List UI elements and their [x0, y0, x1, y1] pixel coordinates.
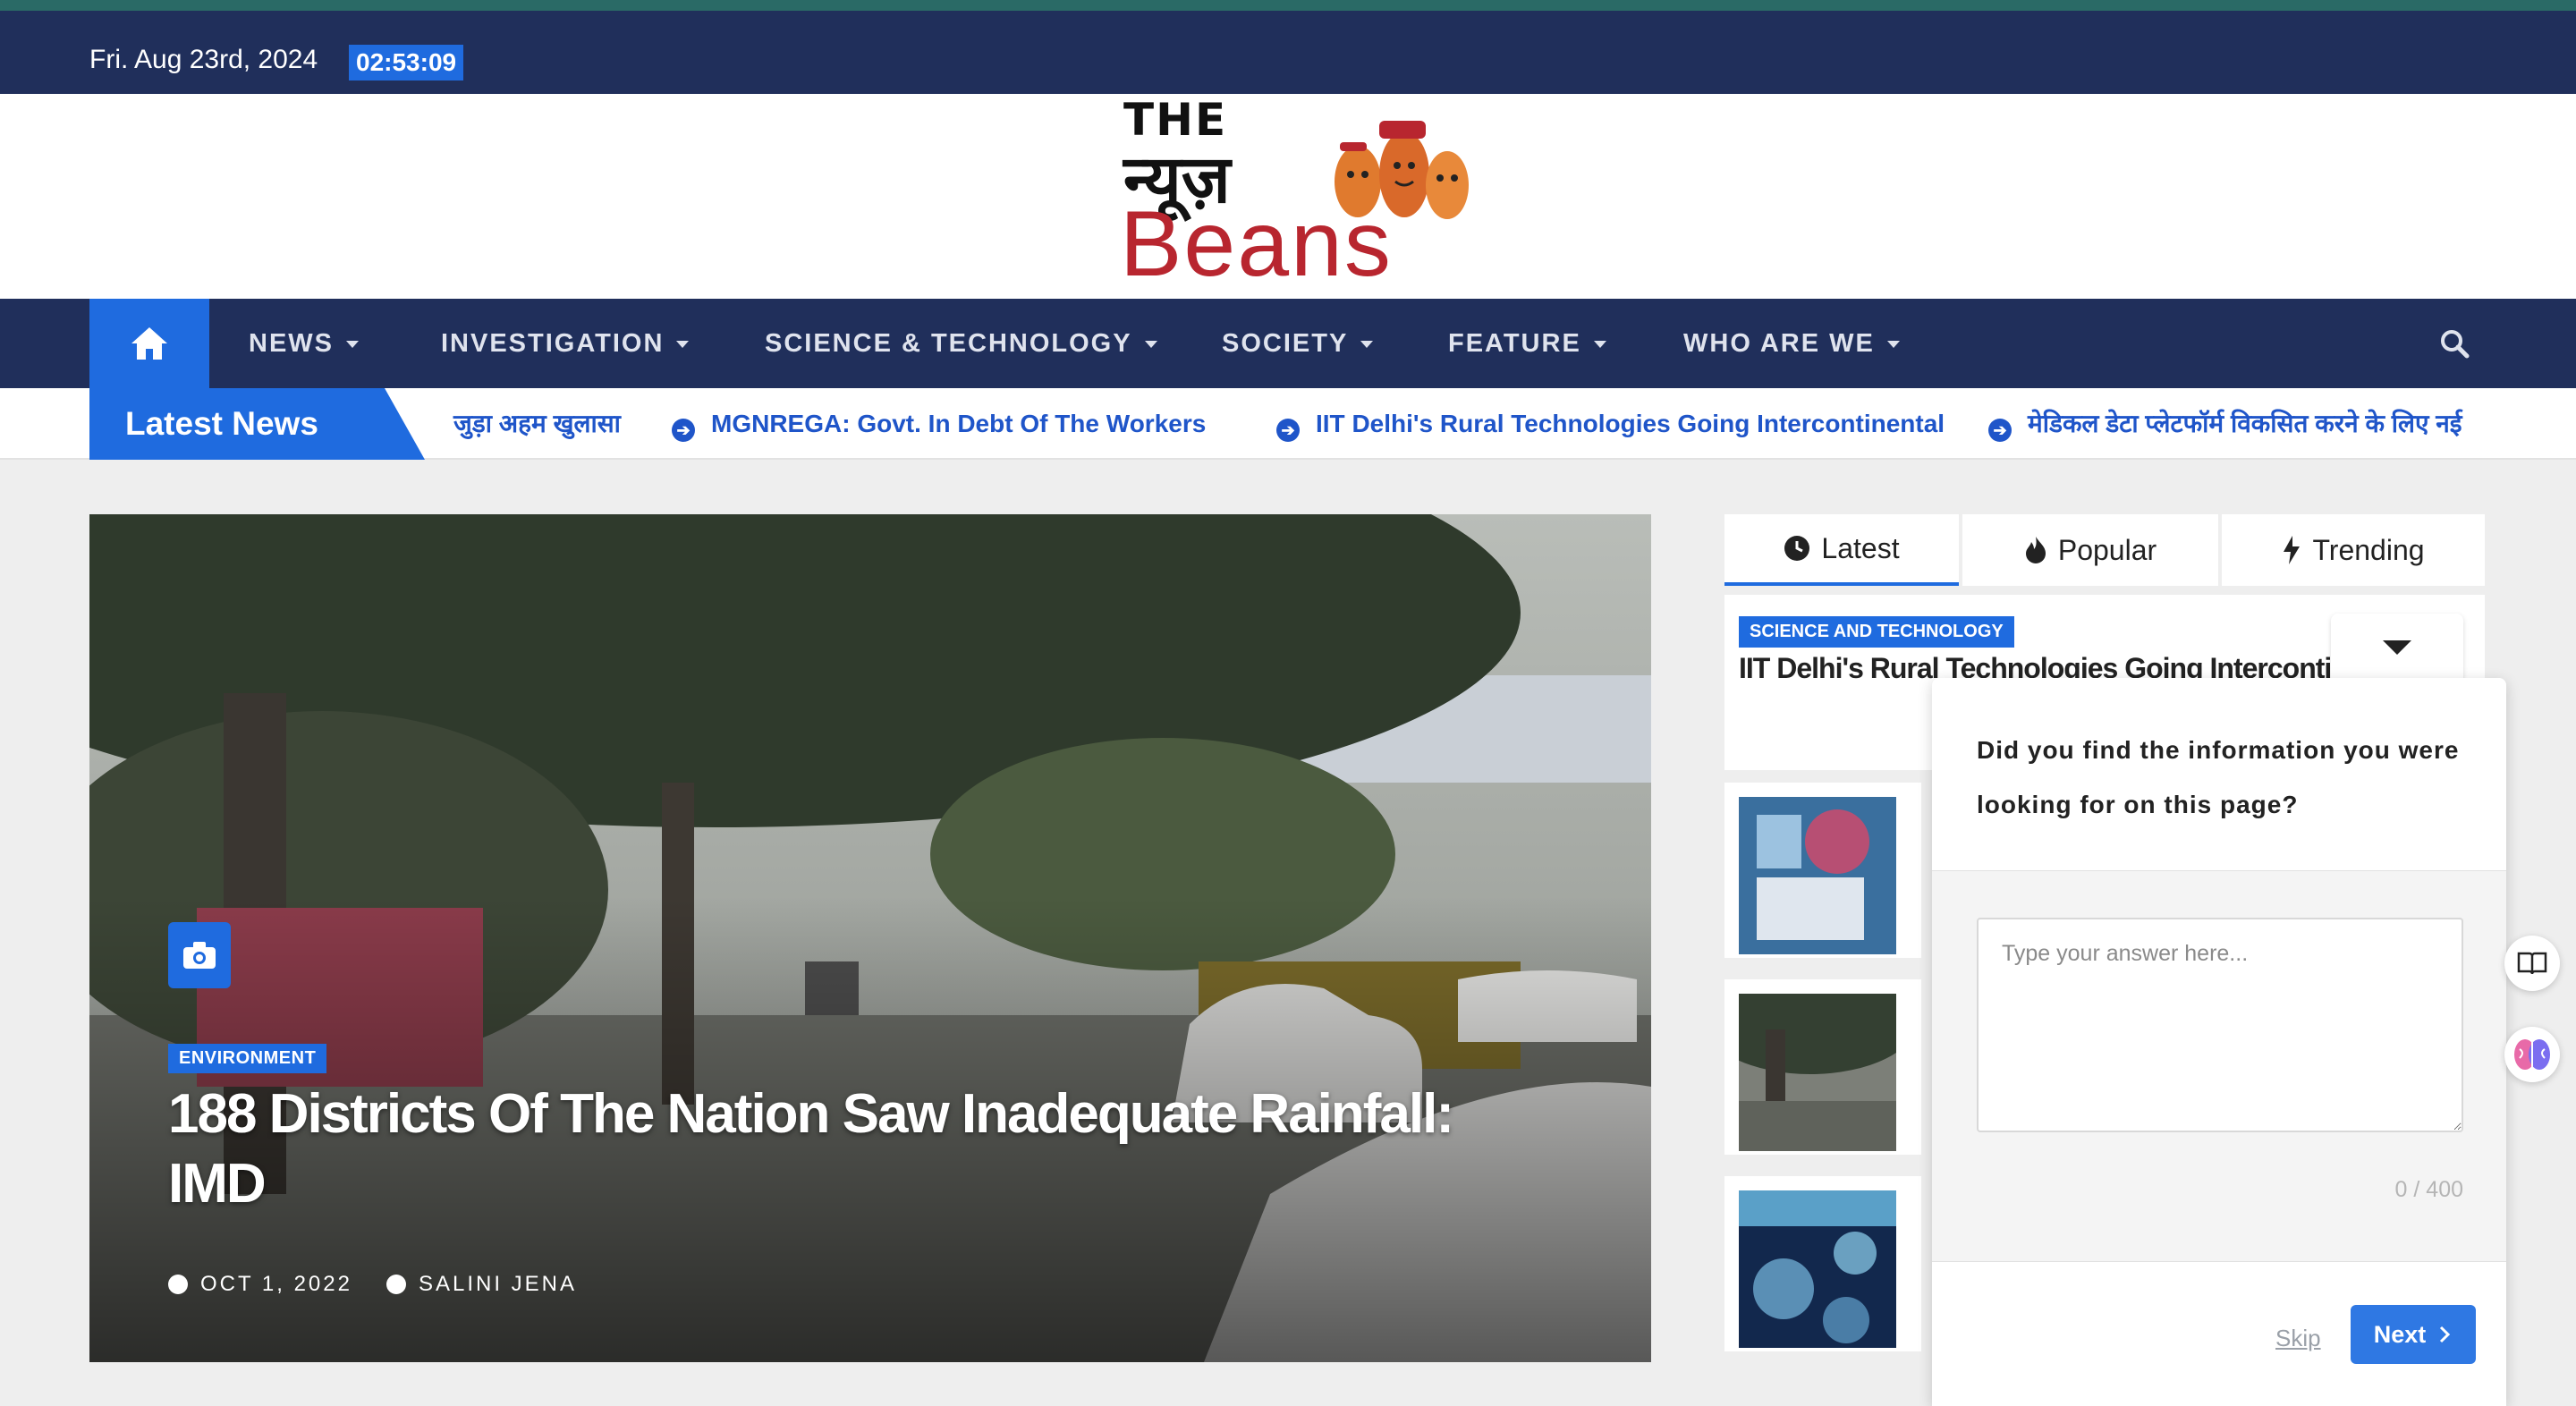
nav-who-are-we[interactable]: WHO ARE WE [1683, 299, 1900, 388]
latest-news-ticker: Latest News जुड़ा अहम खुलासा ➔ MGNREGA: G… [0, 388, 2576, 460]
ticker-items: जुड़ा अहम खुलासा ➔ MGNREGA: Govt. In Debt… [425, 388, 2487, 460]
nav-society[interactable]: SOCIETY [1222, 299, 1374, 388]
article-title[interactable]: 188 Districts Of The Nation Saw Inadequa… [168, 1080, 1465, 1219]
article-date[interactable]: OCT 1, 2022 [200, 1272, 352, 1297]
chevron-right-icon [2440, 1326, 2451, 1343]
survey-answer-input[interactable] [1977, 918, 2463, 1132]
tab-trending[interactable]: Trending [2222, 514, 2485, 586]
bolt-icon [2284, 536, 2301, 564]
chevron-down-icon [1886, 341, 1900, 349]
article-author[interactable]: SALINI JENA [419, 1272, 577, 1297]
chevron-down-icon [346, 341, 359, 349]
current-time: 02:53:09 [349, 45, 464, 80]
top-accent-line [0, 0, 2576, 11]
post-thumbnail [1739, 797, 1896, 954]
nav-investigation[interactable]: INVESTIGATION [441, 299, 690, 388]
category-badge[interactable]: SCIENCE AND TECHNOLOGY [1739, 616, 2014, 648]
ticker-label: Latest News [89, 388, 425, 460]
tab-popular[interactable]: Popular [1962, 514, 2218, 586]
home-icon [131, 327, 167, 360]
arrow-right-icon: ➔ [672, 419, 695, 442]
post-thumbnail [1739, 1190, 1896, 1348]
brain-icon [2514, 1039, 2550, 1070]
book-icon [2517, 952, 2547, 975]
site-logo[interactable]: THE न्यूज़ Beans [1118, 94, 1476, 299]
arrow-right-icon: ➔ [1276, 419, 1300, 442]
next-button[interactable]: Next [2351, 1305, 2476, 1364]
fire-icon [2025, 537, 2046, 563]
nav-science-technology[interactable]: SCIENCE & TECHNOLOGY [765, 299, 1157, 388]
clock-icon [1784, 536, 1810, 561]
chevron-down-icon [2383, 640, 2411, 655]
main-navigation: NEWS INVESTIGATION SCIENCE & TECHNOLOGY … [0, 299, 2576, 388]
survey-question-panel: Did you find the information you were lo… [1932, 678, 2506, 871]
current-date: Fri. Aug 23rd, 2024 [89, 45, 318, 74]
top-bar: Fri. Aug 23rd, 2024 02:53:09 [0, 11, 2576, 94]
reader-mode-button[interactable] [2504, 936, 2560, 991]
skip-button[interactable]: Skip [2275, 1325, 2321, 1352]
character-counter: 0 / 400 [2394, 1177, 2463, 1202]
search-button[interactable] [2438, 327, 2470, 364]
chevron-down-icon [1593, 341, 1606, 349]
article-meta: OCT 1, 2022 SALINI JENA [168, 1272, 577, 1297]
search-icon [2441, 330, 2470, 359]
tab-latest[interactable]: Latest [1724, 514, 1959, 586]
chevron-down-icon [1360, 341, 1374, 349]
ai-assistant-button[interactable] [2504, 1027, 2560, 1082]
featured-article[interactable]: ENVIRONMENT 188 Districts Of The Nation … [89, 514, 1651, 1362]
home-button[interactable] [89, 299, 209, 388]
feedback-survey: Did you find the information you were lo… [1932, 678, 2506, 1406]
clock-icon [168, 1275, 188, 1294]
category-badge[interactable]: ENVIRONMENT [168, 1044, 327, 1073]
arrow-right-icon: ➔ [1988, 419, 2012, 442]
chevron-down-icon [676, 341, 690, 349]
nav-feature[interactable]: FEATURE [1448, 299, 1606, 388]
survey-collapse-button[interactable] [2331, 614, 2463, 687]
ticker-item[interactable]: ➔ मेडिकल डेटा प्लेटफॉर्म विकसित करने के ल… [1988, 388, 2462, 460]
ticker-item[interactable]: जुड़ा अहम खुलासा [453, 388, 621, 460]
ticker-item[interactable]: ➔ MGNREGA: Govt. In Debt Of The Workers [672, 388, 1206, 460]
nav-news[interactable]: NEWS [249, 299, 359, 388]
hero-photo [89, 514, 1651, 1362]
sidebar-post-thumb[interactable] [1724, 783, 1921, 958]
sidebar-post-thumb[interactable] [1724, 979, 1921, 1155]
sidebar-post-thumb[interactable] [1724, 1176, 1921, 1351]
site-header: THE न्यूज़ Beans [0, 94, 2576, 299]
chevron-down-icon [1144, 341, 1157, 349]
camera-icon [168, 922, 231, 988]
sidebar-tabs: Latest Popular Trending [1724, 514, 2485, 588]
survey-question: Did you find the information you were lo… [1977, 736, 2460, 818]
ticker-item[interactable]: ➔ IIT Delhi's Rural Technologies Going In… [1276, 388, 1945, 460]
post-thumbnail [1739, 994, 1896, 1151]
survey-footer: Skip Next [1932, 1261, 2506, 1406]
user-icon [386, 1275, 406, 1294]
beans-mascot-icon [1335, 121, 1469, 219]
